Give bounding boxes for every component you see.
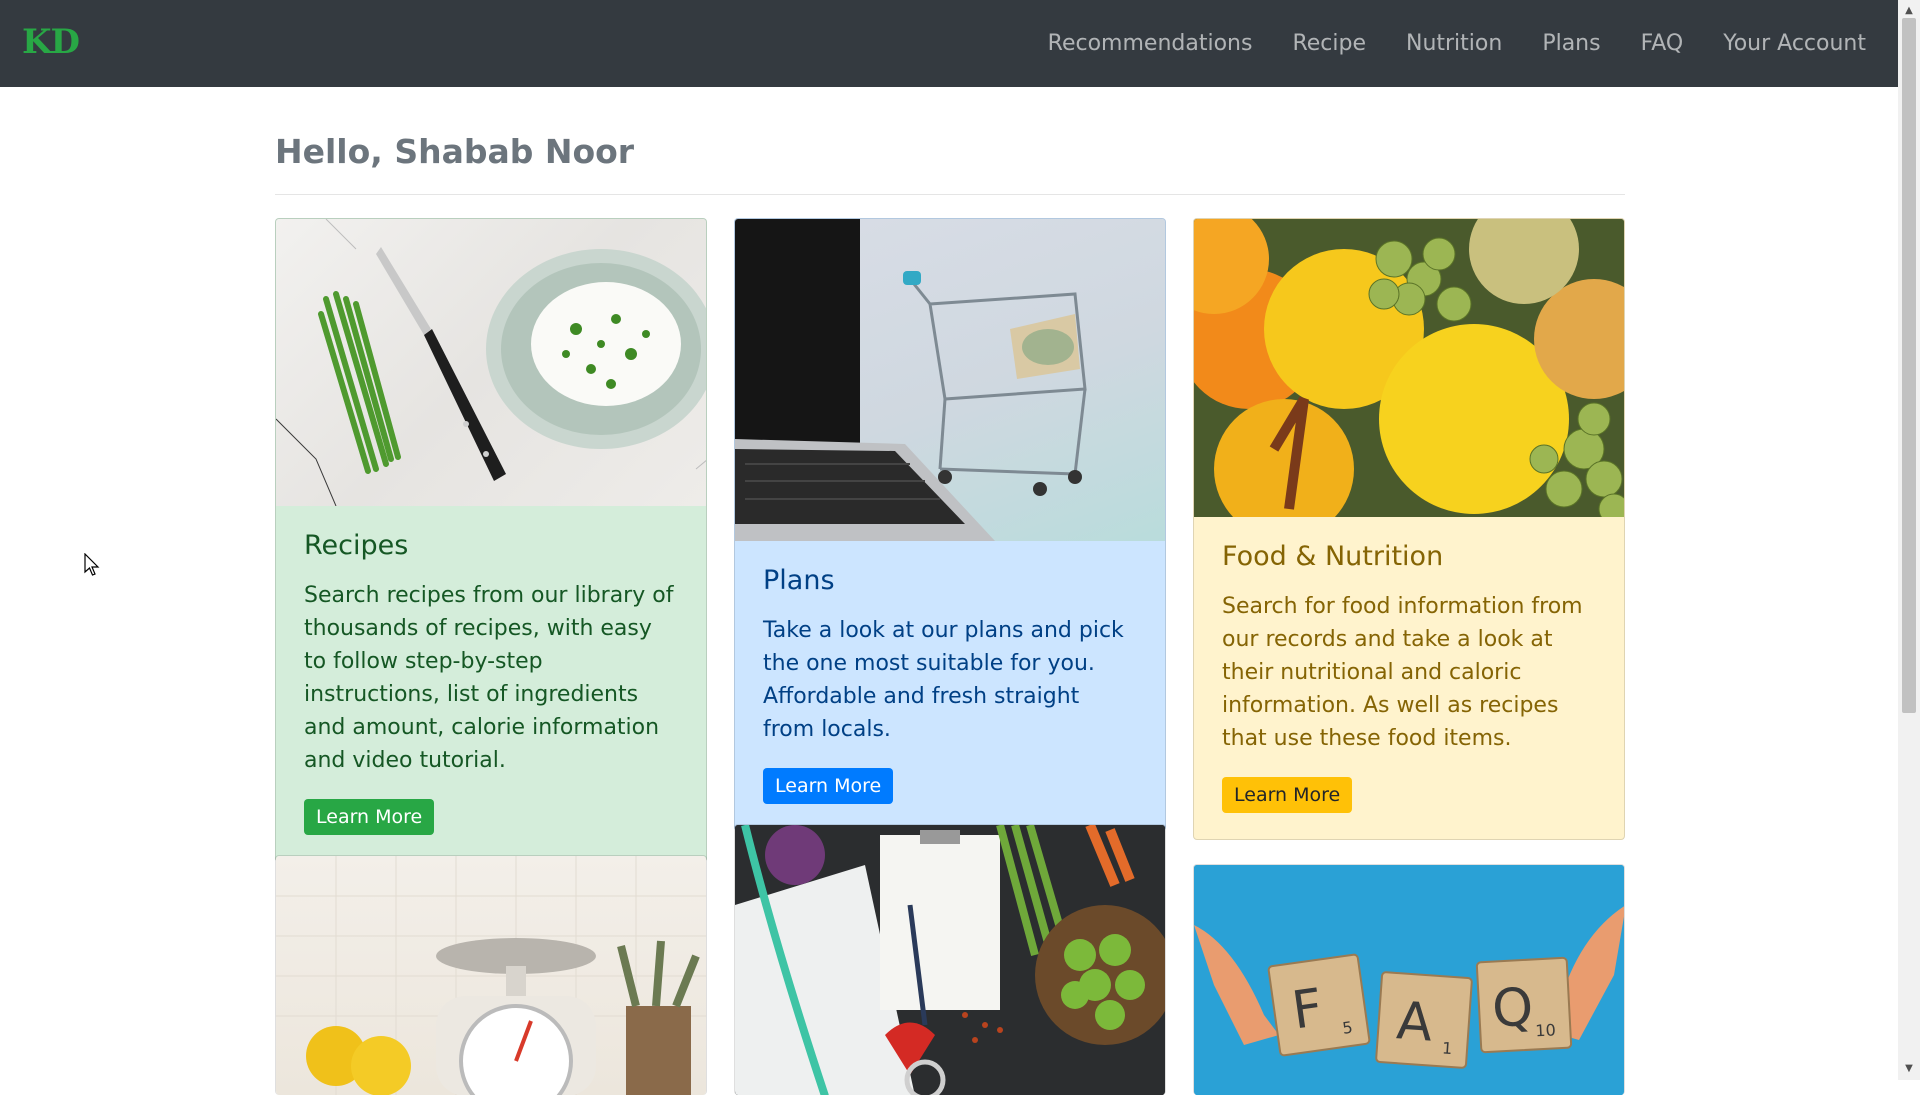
health-card: [734, 824, 1166, 1095]
health-image: [735, 825, 1165, 1095]
plans-card-body: Plans Take a look at our plans and pick …: [735, 541, 1165, 830]
svg-text:Q: Q: [1491, 978, 1535, 1040]
scroll-down-arrow-icon[interactable]: ▼: [1898, 1058, 1920, 1080]
main-nav: Recommendations Recipe Nutrition Plans F…: [1008, 0, 1866, 87]
recipes-image: [276, 219, 706, 506]
page-scrollbar[interactable]: ▲ ▼: [1898, 0, 1920, 1080]
nav-nutrition[interactable]: Nutrition: [1406, 31, 1502, 56]
plans-card: Plans Take a look at our plans and pick …: [734, 218, 1166, 831]
scale-image: [276, 856, 706, 1095]
nav-faq[interactable]: FAQ: [1641, 31, 1684, 56]
nav-recipe[interactable]: Recipe: [1292, 31, 1366, 56]
recipes-card-text: Search recipes from our library of thous…: [304, 583, 674, 773]
nutrition-card-title: Food & Nutrition: [1222, 541, 1444, 572]
nav-recommendations[interactable]: Recommendations: [1048, 31, 1253, 56]
plans-learn-more-button[interactable]: Learn More: [763, 768, 894, 804]
top-navbar: KD Recommendations Recipe Nutrition Plan…: [0, 0, 1898, 87]
nav-your-account[interactable]: Your Account: [1723, 31, 1866, 56]
nutrition-image: [1194, 219, 1624, 517]
plans-card-title: Plans: [763, 565, 835, 596]
plans-card-text: Take a look at our plans and pick the on…: [763, 618, 1124, 742]
mouse-pointer-icon: [84, 552, 100, 581]
nav-plans[interactable]: Plans: [1542, 31, 1600, 56]
plans-image: [735, 219, 1165, 541]
svg-text:A: A: [1395, 991, 1435, 1053]
recipes-card-title: Recipes: [304, 530, 409, 561]
divider: [275, 194, 1625, 195]
nutrition-learn-more-button[interactable]: Learn More: [1222, 777, 1353, 813]
faq-card: F 5 A 1 Q 10: [1193, 864, 1625, 1095]
greeting-heading: Hello, Shabab Noor: [275, 132, 635, 171]
nutrition-card-text: Search for food information from our rec…: [1222, 594, 1583, 751]
nutrition-card-body: Food & Nutrition Search for food informa…: [1194, 517, 1624, 839]
recipes-card-body: Recipes Search recipes from our library …: [276, 506, 706, 861]
recipes-card: Recipes Search recipes from our library …: [275, 218, 707, 862]
scale-card: [275, 855, 707, 1095]
brand-logo[interactable]: KD: [22, 22, 80, 62]
svg-text:1: 1: [1441, 1038, 1452, 1058]
faq-image: F 5 A 1 Q 10: [1194, 865, 1624, 1095]
svg-text:10: 10: [1535, 1020, 1556, 1040]
nutrition-card: Food & Nutrition Search for food informa…: [1193, 218, 1625, 840]
recipes-learn-more-button[interactable]: Learn More: [304, 799, 435, 835]
scroll-thumb[interactable]: [1902, 18, 1916, 713]
